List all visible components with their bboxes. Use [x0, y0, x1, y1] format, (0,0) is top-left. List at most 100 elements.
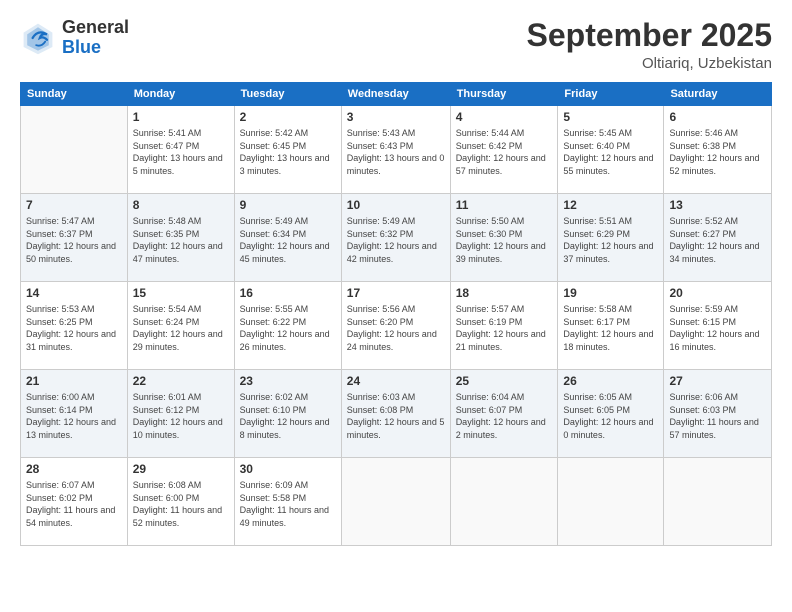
table-row: 18 Sunrise: 5:57 AMSunset: 6:19 PMDayligh… — [450, 282, 558, 370]
logo: General Blue — [20, 18, 129, 58]
table-row: 13 Sunrise: 5:52 AMSunset: 6:27 PMDayligh… — [664, 194, 772, 282]
day-number: 5 — [563, 110, 658, 124]
header-monday: Monday — [127, 83, 234, 106]
table-row: 7 Sunrise: 5:47 AMSunset: 6:37 PMDaylight… — [21, 194, 128, 282]
calendar-week-row: 14Sunrise: 5:53 AMSunset: 6:25 PMDayligh… — [21, 282, 772, 370]
calendar-week-row: 28 Sunrise: 6:07 AMSunset: 6:02 PMDayligh… — [21, 458, 772, 546]
day-info: Sunrise: 5:55 AMSunset: 6:22 PMDaylight:… — [240, 303, 336, 353]
table-row: 23Sunrise: 6:02 AMSunset: 6:10 PMDayligh… — [234, 370, 341, 458]
logo-text: General Blue — [62, 18, 129, 58]
day-info: Sunrise: 5:58 AMSunset: 6:17 PMDaylight:… — [563, 303, 658, 353]
day-info: Sunrise: 5:53 AMSunset: 6:25 PMDaylight:… — [26, 303, 122, 353]
day-info: Sunrise: 6:06 AMSunset: 6:03 PMDaylight:… — [669, 391, 766, 441]
table-row: 14Sunrise: 5:53 AMSunset: 6:25 PMDayligh… — [21, 282, 128, 370]
day-number: 21 — [26, 374, 122, 388]
header-wednesday: Wednesday — [341, 83, 450, 106]
calendar-week-row: 7 Sunrise: 5:47 AMSunset: 6:37 PMDaylight… — [21, 194, 772, 282]
table-row: 4 Sunrise: 5:44 AMSunset: 6:42 PMDaylight… — [450, 106, 558, 194]
day-number: 24 — [347, 374, 445, 388]
day-info: Sunrise: 5:59 AMSunset: 6:15 PMDaylight:… — [669, 303, 766, 353]
day-info: Sunrise: 5:52 AMSunset: 6:27 PMDaylight:… — [669, 215, 766, 265]
day-info: Sunrise: 5:42 AMSunset: 6:45 PMDaylight:… — [240, 127, 336, 177]
day-info: Sunrise: 6:03 AMSunset: 6:08 PMDaylight:… — [347, 391, 445, 441]
table-row — [664, 458, 772, 546]
title-block: September 2025 Oltiariq, Uzbekistan — [527, 18, 772, 72]
day-number: 8 — [133, 198, 229, 212]
table-row: 25 Sunrise: 6:04 AMSunset: 6:07 PMDayligh… — [450, 370, 558, 458]
day-info: Sunrise: 5:49 AMSunset: 6:34 PMDaylight:… — [240, 215, 336, 265]
table-row: 29Sunrise: 6:08 AMSunset: 6:00 PMDayligh… — [127, 458, 234, 546]
month-title: September 2025 — [527, 18, 772, 53]
day-info: Sunrise: 5:45 AMSunset: 6:40 PMDaylight:… — [563, 127, 658, 177]
day-info: Sunrise: 5:49 AMSunset: 6:32 PMDaylight:… — [347, 215, 445, 265]
table-row: 12 Sunrise: 5:51 AMSunset: 6:29 PMDayligh… — [558, 194, 664, 282]
day-number: 13 — [669, 198, 766, 212]
table-row: 27 Sunrise: 6:06 AMSunset: 6:03 PMDayligh… — [664, 370, 772, 458]
day-number: 26 — [563, 374, 658, 388]
table-row: 28 Sunrise: 6:07 AMSunset: 6:02 PMDayligh… — [21, 458, 128, 546]
table-row: 26 Sunrise: 6:05 AMSunset: 6:05 PMDayligh… — [558, 370, 664, 458]
day-info: Sunrise: 6:02 AMSunset: 6:10 PMDaylight:… — [240, 391, 336, 441]
day-info: Sunrise: 5:41 AMSunset: 6:47 PMDaylight:… — [133, 127, 229, 177]
day-info: Sunrise: 6:08 AMSunset: 6:00 PMDaylight:… — [133, 479, 229, 529]
table-row: 3 Sunrise: 5:43 AMSunset: 6:43 PMDaylight… — [341, 106, 450, 194]
table-row: 9Sunrise: 5:49 AMSunset: 6:34 PMDaylight… — [234, 194, 341, 282]
table-row — [558, 458, 664, 546]
table-row: 22Sunrise: 6:01 AMSunset: 6:12 PMDayligh… — [127, 370, 234, 458]
table-row: 16Sunrise: 5:55 AMSunset: 6:22 PMDayligh… — [234, 282, 341, 370]
weekday-header-row: Sunday Monday Tuesday Wednesday Thursday… — [21, 83, 772, 106]
table-row: 24 Sunrise: 6:03 AMSunset: 6:08 PMDayligh… — [341, 370, 450, 458]
day-info: Sunrise: 6:04 AMSunset: 6:07 PMDaylight:… — [456, 391, 553, 441]
day-number: 15 — [133, 286, 229, 300]
day-info: Sunrise: 5:48 AMSunset: 6:35 PMDaylight:… — [133, 215, 229, 265]
table-row: 1 Sunrise: 5:41 AMSunset: 6:47 PMDaylight… — [127, 106, 234, 194]
day-number: 20 — [669, 286, 766, 300]
day-number: 10 — [347, 198, 445, 212]
day-info: Sunrise: 5:51 AMSunset: 6:29 PMDaylight:… — [563, 215, 658, 265]
day-number: 28 — [26, 462, 122, 476]
day-info: Sunrise: 6:09 AMSunset: 5:58 PMDaylight:… — [240, 479, 336, 529]
table-row: 2 Sunrise: 5:42 AMSunset: 6:45 PMDaylight… — [234, 106, 341, 194]
day-number: 1 — [133, 110, 229, 124]
day-info: Sunrise: 5:44 AMSunset: 6:42 PMDaylight:… — [456, 127, 553, 177]
day-info: Sunrise: 5:56 AMSunset: 6:20 PMDaylight:… — [347, 303, 445, 353]
page: General Blue September 2025 Oltiariq, Uz… — [0, 0, 792, 556]
day-info: Sunrise: 5:50 AMSunset: 6:30 PMDaylight:… — [456, 215, 553, 265]
calendar-week-row: 1 Sunrise: 5:41 AMSunset: 6:47 PMDaylight… — [21, 106, 772, 194]
table-row — [21, 106, 128, 194]
table-row: 8 Sunrise: 5:48 AMSunset: 6:35 PMDaylight… — [127, 194, 234, 282]
calendar-week-row: 21 Sunrise: 6:00 AMSunset: 6:14 PMDayligh… — [21, 370, 772, 458]
table-row: 21 Sunrise: 6:00 AMSunset: 6:14 PMDayligh… — [21, 370, 128, 458]
table-row: 5 Sunrise: 5:45 AMSunset: 6:40 PMDaylight… — [558, 106, 664, 194]
day-number: 27 — [669, 374, 766, 388]
day-info: Sunrise: 5:57 AMSunset: 6:19 PMDaylight:… — [456, 303, 553, 353]
day-info: Sunrise: 6:00 AMSunset: 6:14 PMDaylight:… — [26, 391, 122, 441]
table-row: 11Sunrise: 5:50 AMSunset: 6:30 PMDayligh… — [450, 194, 558, 282]
day-info: Sunrise: 5:54 AMSunset: 6:24 PMDaylight:… — [133, 303, 229, 353]
header-thursday: Thursday — [450, 83, 558, 106]
day-info: Sunrise: 5:43 AMSunset: 6:43 PMDaylight:… — [347, 127, 445, 177]
table-row — [450, 458, 558, 546]
header-sunday: Sunday — [21, 83, 128, 106]
location: Oltiariq, Uzbekistan — [527, 55, 772, 72]
header-tuesday: Tuesday — [234, 83, 341, 106]
day-number: 3 — [347, 110, 445, 124]
day-number: 6 — [669, 110, 766, 124]
day-info: Sunrise: 6:07 AMSunset: 6:02 PMDaylight:… — [26, 479, 122, 529]
day-info: Sunrise: 5:47 AMSunset: 6:37 PMDaylight:… — [26, 215, 122, 265]
day-info: Sunrise: 5:46 AMSunset: 6:38 PMDaylight:… — [669, 127, 766, 177]
day-number: 4 — [456, 110, 553, 124]
table-row: 6 Sunrise: 5:46 AMSunset: 6:38 PMDaylight… — [664, 106, 772, 194]
day-number: 12 — [563, 198, 658, 212]
calendar: Sunday Monday Tuesday Wednesday Thursday… — [20, 82, 772, 546]
day-number: 7 — [26, 198, 122, 212]
day-number: 25 — [456, 374, 553, 388]
header: General Blue September 2025 Oltiariq, Uz… — [20, 18, 772, 72]
day-number: 18 — [456, 286, 553, 300]
day-info: Sunrise: 6:05 AMSunset: 6:05 PMDaylight:… — [563, 391, 658, 441]
table-row: 17 Sunrise: 5:56 AMSunset: 6:20 PMDayligh… — [341, 282, 450, 370]
day-number: 2 — [240, 110, 336, 124]
header-friday: Friday — [558, 83, 664, 106]
day-number: 30 — [240, 462, 336, 476]
day-number: 17 — [347, 286, 445, 300]
